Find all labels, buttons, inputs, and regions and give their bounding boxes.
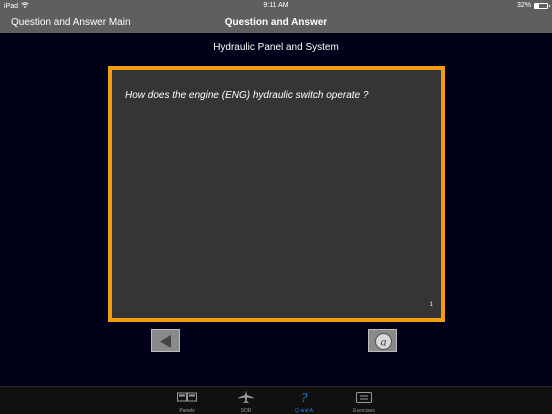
answer-a-icon: a bbox=[375, 333, 392, 350]
status-time: 9:11 AM bbox=[263, 2, 289, 9]
exercises-icon bbox=[339, 390, 389, 404]
tab-bar: Panels SOR ? Q and A Exercises bbox=[0, 386, 552, 414]
previous-button[interactable] bbox=[151, 329, 180, 352]
question-card: How does the engine (ENG) hydraulic swit… bbox=[108, 66, 445, 322]
navigation-bar: Question and Answer Main Question and An… bbox=[0, 12, 552, 33]
left-arrow-icon bbox=[160, 335, 171, 348]
battery-icon bbox=[534, 2, 550, 9]
tab-label: Panels bbox=[179, 408, 195, 414]
tab-label: Q and A bbox=[294, 408, 314, 414]
tab-exercises[interactable]: Exercises bbox=[339, 390, 389, 414]
panels-icon bbox=[162, 390, 212, 404]
section-title: Hydraulic Panel and System bbox=[213, 42, 339, 53]
battery-percent: 32% bbox=[516, 2, 531, 9]
tab-label: Exercises bbox=[353, 408, 375, 414]
answer-button[interactable]: a bbox=[368, 329, 397, 352]
page-number: 1 bbox=[429, 302, 433, 308]
question-icon: ? bbox=[279, 390, 329, 404]
tab-label: SOR bbox=[240, 408, 252, 414]
tab-sor[interactable]: SOR bbox=[221, 390, 271, 414]
svg-text:a: a bbox=[381, 335, 387, 349]
tab-panels[interactable]: Panels bbox=[162, 390, 212, 414]
status-bar: iPad 9:11 AM 32% bbox=[0, 0, 552, 12]
airplane-icon bbox=[221, 390, 271, 404]
status-right: 32% bbox=[516, 2, 550, 9]
nav-title: Question and Answer bbox=[224, 17, 328, 28]
svg-text:?: ? bbox=[301, 391, 308, 404]
tab-q-and-a[interactable]: ? Q and A bbox=[279, 390, 329, 414]
question-text: How does the engine (ENG) hydraulic swit… bbox=[125, 90, 369, 101]
